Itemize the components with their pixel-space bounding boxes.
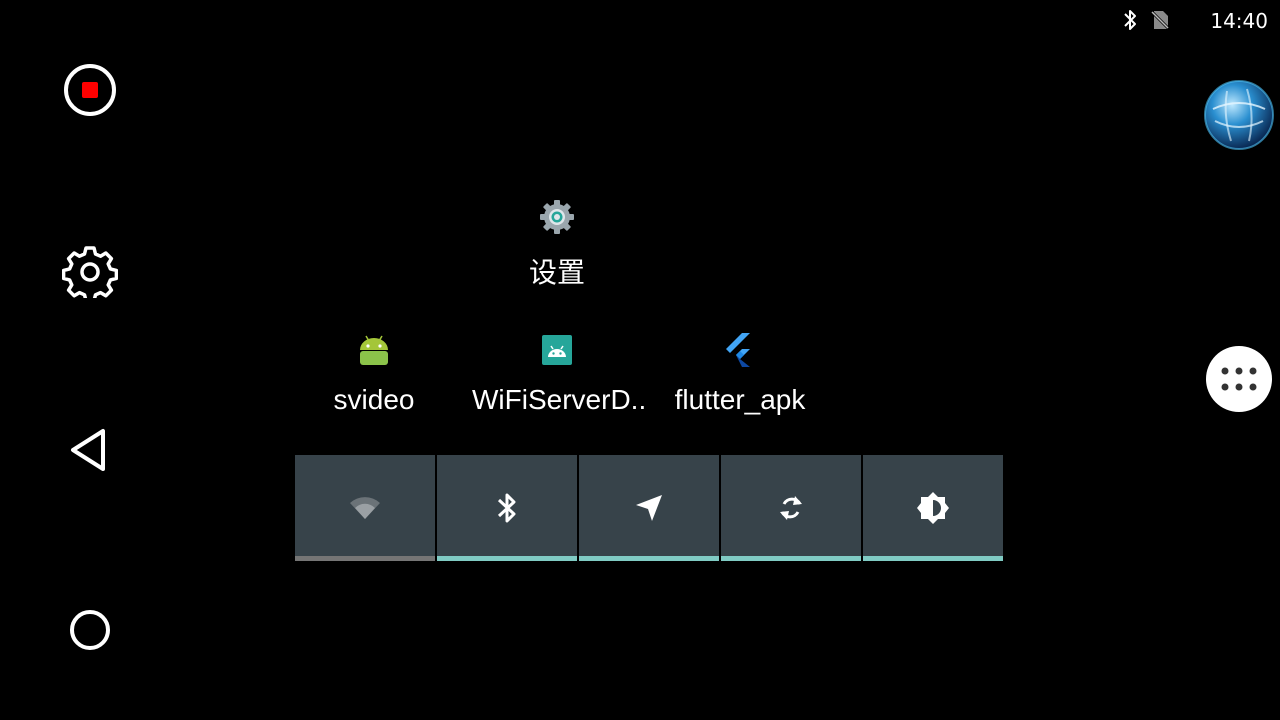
brightness-tile[interactable] [863, 455, 1003, 561]
app-label: flutter_apk [674, 384, 806, 415]
active-indicator [437, 556, 577, 561]
settings-nav-button[interactable] [60, 240, 120, 300]
record-stop-icon [64, 64, 116, 116]
wifi-icon [350, 497, 380, 519]
app-label: svideo [333, 384, 415, 415]
active-indicator [863, 556, 1003, 561]
back-button[interactable] [60, 420, 120, 480]
gear-icon [62, 246, 118, 298]
active-indicator [579, 556, 719, 561]
sync-icon [780, 496, 802, 520]
location-tile[interactable] [579, 455, 719, 561]
app-settings[interactable]: 设置 [497, 197, 617, 291]
app-drawer-button[interactable] [1206, 346, 1272, 412]
bluetooth-tile[interactable] [437, 455, 577, 561]
record-button[interactable] [60, 60, 120, 120]
app-label: 设置 [528, 256, 585, 289]
bluetooth-icon [1120, 8, 1140, 37]
flutter-icon [665, 330, 815, 370]
location-arrow-icon [636, 495, 662, 521]
app-flutter-apk[interactable]: flutter_apk [665, 330, 815, 416]
quick-settings-panel [295, 455, 1003, 561]
home-circle-icon [70, 610, 110, 650]
app-label: WiFiServerD.. [472, 384, 647, 415]
brightness-icon [917, 492, 949, 524]
wifi-tile[interactable] [295, 455, 435, 561]
bluetooth-icon [497, 493, 516, 523]
inactive-indicator [295, 556, 435, 561]
status-time: 14:40 [1210, 9, 1268, 33]
app-wifiserver[interactable]: WiFiServerD.. [472, 330, 647, 416]
android-app-icon [472, 330, 642, 370]
app-drawer-icon [1221, 367, 1257, 391]
back-triangle-icon [71, 429, 105, 471]
no-sim-icon [1148, 8, 1172, 37]
android-icon [314, 330, 434, 370]
globe-button[interactable] [1203, 79, 1275, 151]
settings-gear-icon [497, 197, 617, 237]
app-svideo[interactable]: svideo [314, 330, 434, 416]
active-indicator [721, 556, 861, 561]
globe-icon [1204, 80, 1274, 150]
home-button[interactable] [60, 600, 120, 660]
screen: 14:40 设置 svideo WiFiServerD.. flutter_ap… [0, 0, 1280, 720]
status-bar: 14:40 [980, 0, 1280, 40]
sync-tile[interactable] [721, 455, 861, 561]
